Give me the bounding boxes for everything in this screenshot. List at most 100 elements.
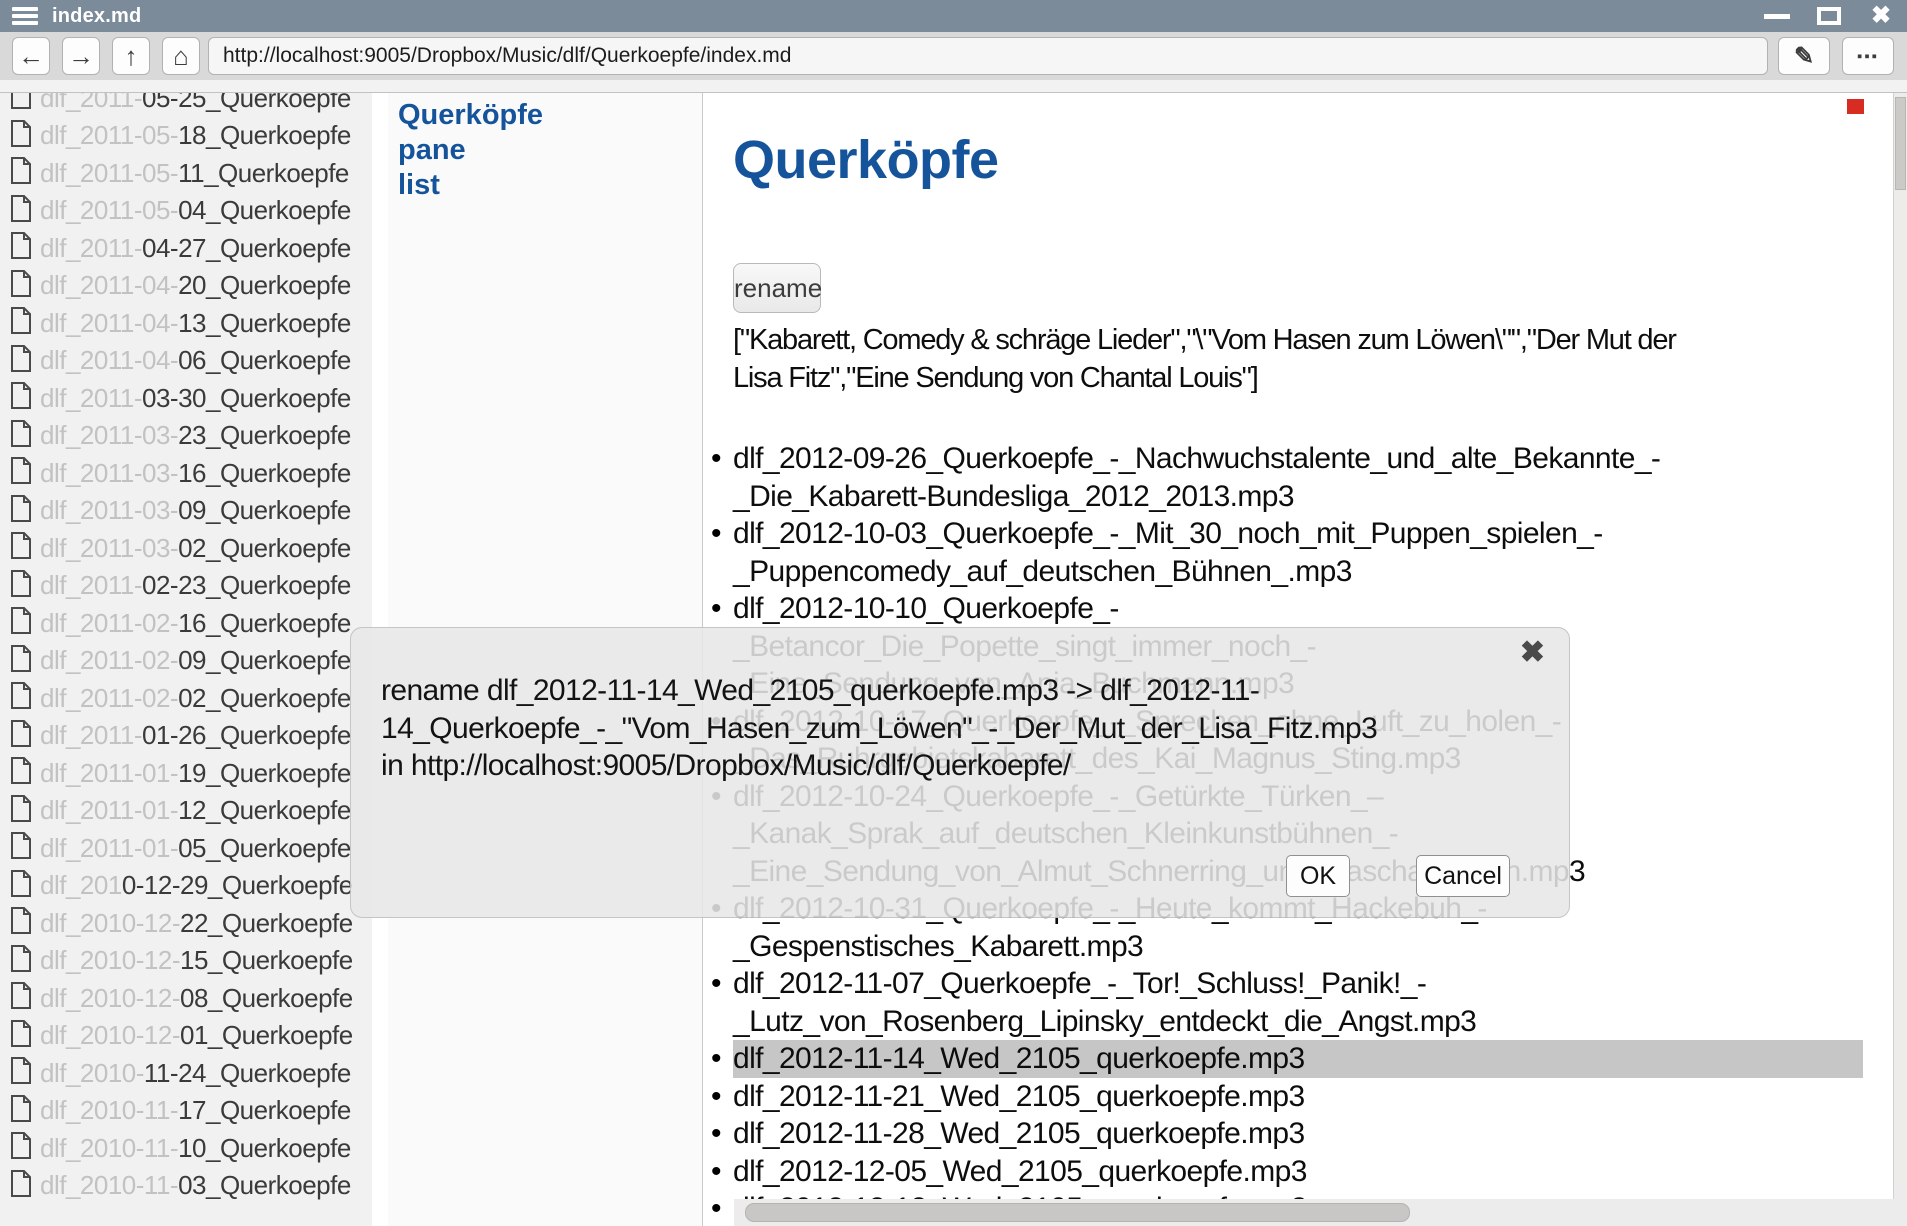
cancel-button[interactable]: Cancel [1416,855,1510,897]
dialog-close-icon[interactable]: ✖ [1520,638,1545,668]
mp3-file-name-line: _Lutz_von_Rosenberg_Lipinsky_entdeckt_di… [733,1003,1863,1041]
file-name-prefix: dlf_2011- [40,383,142,413]
sidebar-file-item[interactable]: dlf_2011-02-02_Querkoepfe [10,679,351,717]
sidebar-file-item[interactable]: dlf_2010-11-10_Querkoepfe [10,1129,351,1167]
forward-arrow-icon: → [68,41,94,72]
window-title: index.md [52,5,141,28]
file-name: 02_Querkoepfe [178,683,351,713]
mp3-list-item[interactable]: dlf_2012-12-05_Wed_2105_querkoepfe.mp3 [733,1153,1863,1191]
file-name: 12_Querkoepfe [178,795,351,825]
nav-link-querköpfe[interactable]: Querköpfe [398,99,543,132]
sidebar-file-item[interactable]: dlf_2011-02-23_Querkoepfe [10,567,351,605]
forward-button[interactable]: → [62,37,100,75]
file-icon [10,1170,31,1202]
mp3-list-item[interactable]: dlf_2012-11-14_Wed_2105_querkoepfe.mp3 [733,1040,1863,1078]
vertical-scrollbar-thumb[interactable] [1895,97,1906,190]
mp3-file-name-line: dlf_2012-11-21_Wed_2105_querkoepfe.mp3 [733,1078,1863,1116]
url-input[interactable] [208,37,1768,75]
file-name: 16_Querkoepfe [178,608,351,638]
mp3-file-name-line: dlf_2012-10-10_Querkoepfe_- [733,590,1863,628]
file-name-prefix: dlf_2011-03- [40,533,178,563]
sidebar-file-item[interactable]: dlf_2010-12-29_Querkoepfe [10,867,353,905]
more-button[interactable]: ▪▪▪ [1842,37,1894,75]
file-name-prefix: dlf_2010-11- [40,1133,178,1163]
sidebar-file-item[interactable]: dlf_2011-03-16_Querkoepfe [10,454,351,492]
minimize-icon [1764,14,1790,19]
file-name-prefix: dlf_2011-02- [40,608,178,638]
sidebar-file-item[interactable]: dlf_2011-01-05_Querkoepfe [10,829,351,867]
sidebar-file-item[interactable]: dlf_2010-12-22_Querkoepfe [10,904,353,942]
vertical-scrollbar[interactable] [1893,93,1907,1226]
sidebar-file-item[interactable]: dlf_2011-05-18_Querkoepfe [10,117,351,155]
sidebar-file-item[interactable]: dlf_2011-04-20_Querkoepfe [10,267,351,305]
file-name: 05-25_Querkoepfe [142,93,351,113]
maximize-button[interactable] [1803,0,1855,32]
mp3-file-name-line: _Die_Kabarett-Bundesliga_2012_2013.mp3 [733,478,1863,516]
sidebar-file-item[interactable]: dlf_2010-12-15_Querkoepfe [10,942,353,980]
sidebar-file-item[interactable]: dlf_2010-12-01_Querkoepfe [10,1017,353,1055]
file-icon [10,532,31,564]
file-name-prefix: dlf_2011-03- [40,495,178,525]
mp3-file-name-line: dlf_2012-12-05_Wed_2105_querkoepfe.mp3 [733,1153,1863,1191]
file-name-prefix: dlf_2011-02- [40,683,178,713]
file-name-prefix: dlf_2011-01- [40,833,178,863]
sidebar-file-item[interactable]: dlf_2011-01-26_Querkoepfe [10,717,351,755]
sidebar-file-item[interactable]: dlf_2011-03-02_Querkoepfe [10,529,351,567]
horizontal-scrollbar-thumb[interactable] [745,1203,1410,1222]
nav-link-list[interactable]: list [398,169,440,202]
file-icon [10,420,31,452]
rename-button[interactable]: rename [733,263,821,313]
close-icon: ✖ [1871,4,1891,28]
sidebar-file-item[interactable]: dlf_2011-01-12_Querkoepfe [10,792,351,830]
sidebar-file-item[interactable]: dlf_2010-12-08_Querkoepfe [10,979,353,1017]
file-name-prefix: dlf_2011- [40,720,142,750]
sidebar-file-item[interactable]: dlf_2010-11-24_Querkoepfe [10,1054,351,1092]
minimize-button[interactable] [1751,0,1803,32]
file-name: 01-26_Querkoepfe [142,720,351,750]
file-name: 06_Querkoepfe [178,345,351,375]
edit-button[interactable]: ✎ [1778,37,1830,75]
back-button[interactable]: ← [12,37,50,75]
file-name-prefix: dlf_2011-04- [40,345,178,375]
sidebar-file-item[interactable]: dlf_2011-05-25_Querkoepfe [10,93,351,117]
mp3-list-item[interactable]: dlf_2012-10-03_Querkoepfe_-_Mit_30_noch_… [733,515,1863,590]
sidebar-file-item[interactable]: dlf_2010-11-17_Querkoepfe [10,1092,351,1130]
sidebar-file-item[interactable]: dlf_2010-11-03_Querkoepfe [10,1167,351,1205]
sidebar-file-item[interactable]: dlf_2011-03-23_Querkoepfe [10,417,351,455]
home-button[interactable]: ⌂ [162,37,200,75]
back-arrow-icon: ← [18,41,44,72]
file-name-prefix: dlf_2010-12- [40,1020,180,1050]
toolbar: ← → ↑ ⌂ ✎ ▪▪▪ [0,32,1907,80]
mp3-list-item[interactable]: dlf_2012-09-26_Querkoepfe_-_Nachwuchstal… [733,440,1863,515]
sidebar-file-item[interactable]: dlf_2011-04-06_Querkoepfe [10,342,351,380]
sidebar-file-item[interactable]: dlf_2011-05-04_Querkoepfe [10,192,351,230]
mp3-list-item[interactable]: dlf_2012-11-21_Wed_2105_querkoepfe.mp3 [733,1078,1863,1116]
mp3-file-name-line: _Puppencomedy_auf_deutschen_Bühnen_.mp3 [733,553,1863,591]
sidebar-file-item[interactable]: dlf_2011-01-19_Querkoepfe [10,754,351,792]
sidebar-file-item[interactable]: dlf_2011-03-30_Querkoepfe [10,379,351,417]
horizontal-scrollbar[interactable] [734,1199,1907,1226]
sidebar-file-item[interactable]: dlf_2011-02-09_Querkoepfe [10,642,351,680]
sidebar-file-item[interactable]: dlf_2011-05-11_Querkoepfe [10,154,349,192]
page-title: Querköpfe [733,129,999,191]
ok-button[interactable]: OK [1286,855,1350,897]
sidebar-file-item[interactable]: dlf_2011-04-13_Querkoepfe [10,304,351,342]
mp3-list-item[interactable]: dlf_2012-11-07_Querkoepfe_-_Tor!_Schluss… [733,965,1863,1040]
file-icon [10,832,31,864]
sidebar-file-item[interactable]: dlf_2011-04-27_Querkoepfe [10,229,351,267]
file-name-prefix: dlf_2010- [40,1058,144,1088]
file-sidebar: dlf_2011-05-25_Querkoepfe dlf_2011-05-18… [0,93,372,1226]
sidebar-file-item[interactable]: dlf_2011-02-16_Querkoepfe [10,604,351,642]
file-icon [10,382,31,414]
menu-icon[interactable] [12,7,38,25]
up-arrow-icon: ↑ [125,41,138,72]
file-icon [10,307,31,339]
file-name-prefix: dlf_2010-11- [40,1170,178,1200]
sidebar-file-item[interactable]: dlf_2011-03-09_Querkoepfe [10,492,351,530]
close-button[interactable]: ✖ [1855,0,1907,32]
file-name-prefix: dlf_2011-05- [40,195,178,225]
mp3-list-item[interactable]: dlf_2012-11-28_Wed_2105_querkoepfe.mp3 [733,1115,1863,1153]
file-name-prefix: dlf_2010-11- [40,1095,178,1125]
nav-link-pane[interactable]: pane [398,134,466,167]
up-button[interactable]: ↑ [112,37,150,75]
